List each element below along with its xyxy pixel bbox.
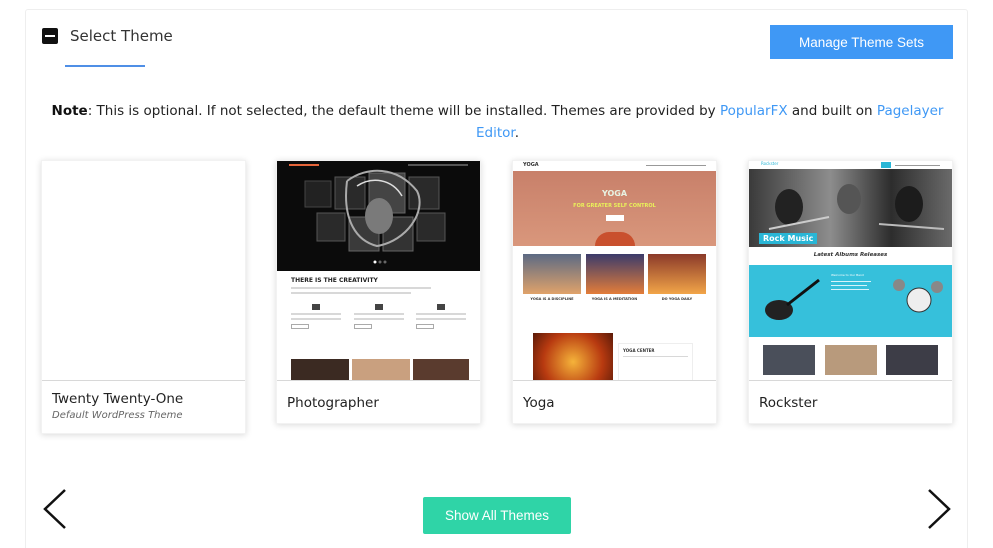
theme-thumbnail-photographer: THERE IS THE CREATIVITY	[277, 161, 480, 381]
yoga-thumb-heading: YOGA	[601, 189, 628, 198]
rockster-thumb-heading: Latest Albums Releases	[749, 247, 952, 265]
theme-name: Photographer	[287, 395, 379, 411]
theme-card-photographer[interactable]: THERE IS THE CREATIVITY Photographer	[276, 160, 481, 424]
theme-card-rockster[interactable]: Rockster Rock Music Latest Albums Releas…	[748, 160, 953, 424]
theme-card-twenty-twenty-one[interactable]: Twenty Twenty-One Default WordPress Them…	[41, 160, 246, 434]
next-arrow-icon[interactable]	[926, 488, 952, 530]
yoga-thumb-nav: YOGA	[523, 162, 539, 168]
section-title: Select Theme	[70, 27, 173, 45]
title-underline	[65, 65, 145, 67]
theme-name: Rockster	[759, 395, 818, 411]
yoga-thumb-caption: YOGA IS A MEDITATION	[591, 297, 638, 301]
yoga-hero-image: YOGA FOR GREATER SELF CONTROL	[513, 171, 716, 246]
manage-theme-sets-button[interactable]: Manage Theme Sets	[770, 25, 953, 59]
photographer-thumb-heading: THERE IS THE CREATIVITY	[291, 277, 378, 284]
select-theme-header[interactable]: Select Theme	[42, 27, 173, 45]
theme-card-yoga[interactable]: YOGA YOGA FOR GREATER SELF CONTROL YOGA …	[512, 160, 717, 424]
rockster-thumb-panel: Welcome to Our Band	[831, 273, 864, 277]
rockster-hero-image: Rock Music	[749, 169, 952, 247]
theme-subtitle: Default WordPress Theme	[52, 410, 183, 421]
collapse-minus-icon[interactable]	[42, 28, 58, 44]
note-text-3: .	[514, 125, 519, 141]
show-all-themes-button[interactable]: Show All Themes	[423, 497, 571, 534]
popularfx-link[interactable]: PopularFX	[720, 103, 788, 119]
theme-name: Yoga	[523, 395, 555, 411]
yoga-thumb-caption: YOGA IS A DISCIPLINE	[530, 297, 574, 301]
theme-thumbnail-rockster: Rockster Rock Music Latest Albums Releas…	[749, 161, 952, 381]
note-label: Note	[51, 103, 88, 119]
yoga-thumb-tagline: FOR GREATER SELF CONTROL	[573, 203, 656, 209]
theme-name: Twenty Twenty-One	[52, 391, 184, 407]
rockster-thumb-badge: Rock Music	[759, 233, 818, 244]
note-text-1: : This is optional. If not selected, the…	[87, 103, 720, 119]
previous-arrow-icon[interactable]	[42, 488, 68, 530]
yoga-thumb-caption: DO YOGA DAILY	[661, 297, 693, 301]
rockster-thumb-brand: Rockster	[761, 161, 779, 166]
yoga-thumb-center: YOGA CENTER	[623, 348, 655, 353]
photographer-content-section: THERE IS THE CREATIVITY	[277, 271, 480, 380]
theme-thumbnail-yoga: YOGA YOGA FOR GREATER SELF CONTROL YOGA …	[513, 161, 716, 381]
photographer-hero-image	[277, 161, 480, 271]
theme-thumbnail-blank	[42, 161, 245, 381]
note-text-2: and built on	[787, 103, 877, 119]
theme-note: Note: This is optional. If not selected,…	[40, 100, 955, 144]
